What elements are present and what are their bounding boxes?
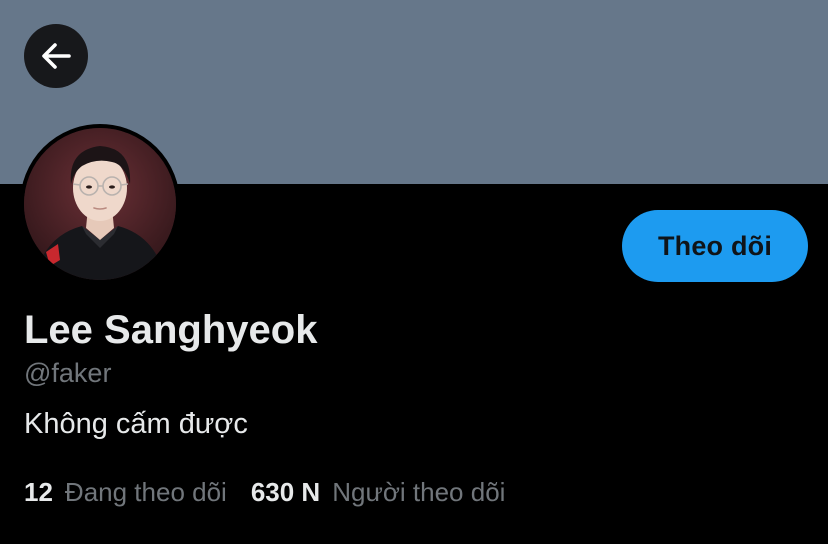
following-label: Đang theo dõi xyxy=(64,477,227,507)
following-stat[interactable]: 12 Đang theo dõi xyxy=(24,474,227,510)
following-count: 12 xyxy=(24,477,53,507)
followers-label: Người theo dõi xyxy=(332,477,506,507)
arrow-left-icon xyxy=(38,38,74,74)
followers-stat[interactable]: 630 N Người theo dõi xyxy=(251,474,506,510)
back-button[interactable] xyxy=(24,24,88,88)
avatar[interactable] xyxy=(20,124,180,284)
profile-screen: Theo dõi Lee Sanghyeok @faker Không cấm … xyxy=(0,0,828,544)
followers-count: 630 N xyxy=(250,477,321,507)
display-name: Lee Sanghyeok xyxy=(24,308,318,352)
profile-handle: @faker xyxy=(24,358,112,388)
follow-button[interactable]: Theo dõi xyxy=(622,210,808,282)
profile-bio: Không cấm được xyxy=(24,408,248,440)
profile-stats: 12 Đang theo dõi 630 N Người theo dõi xyxy=(24,474,505,510)
